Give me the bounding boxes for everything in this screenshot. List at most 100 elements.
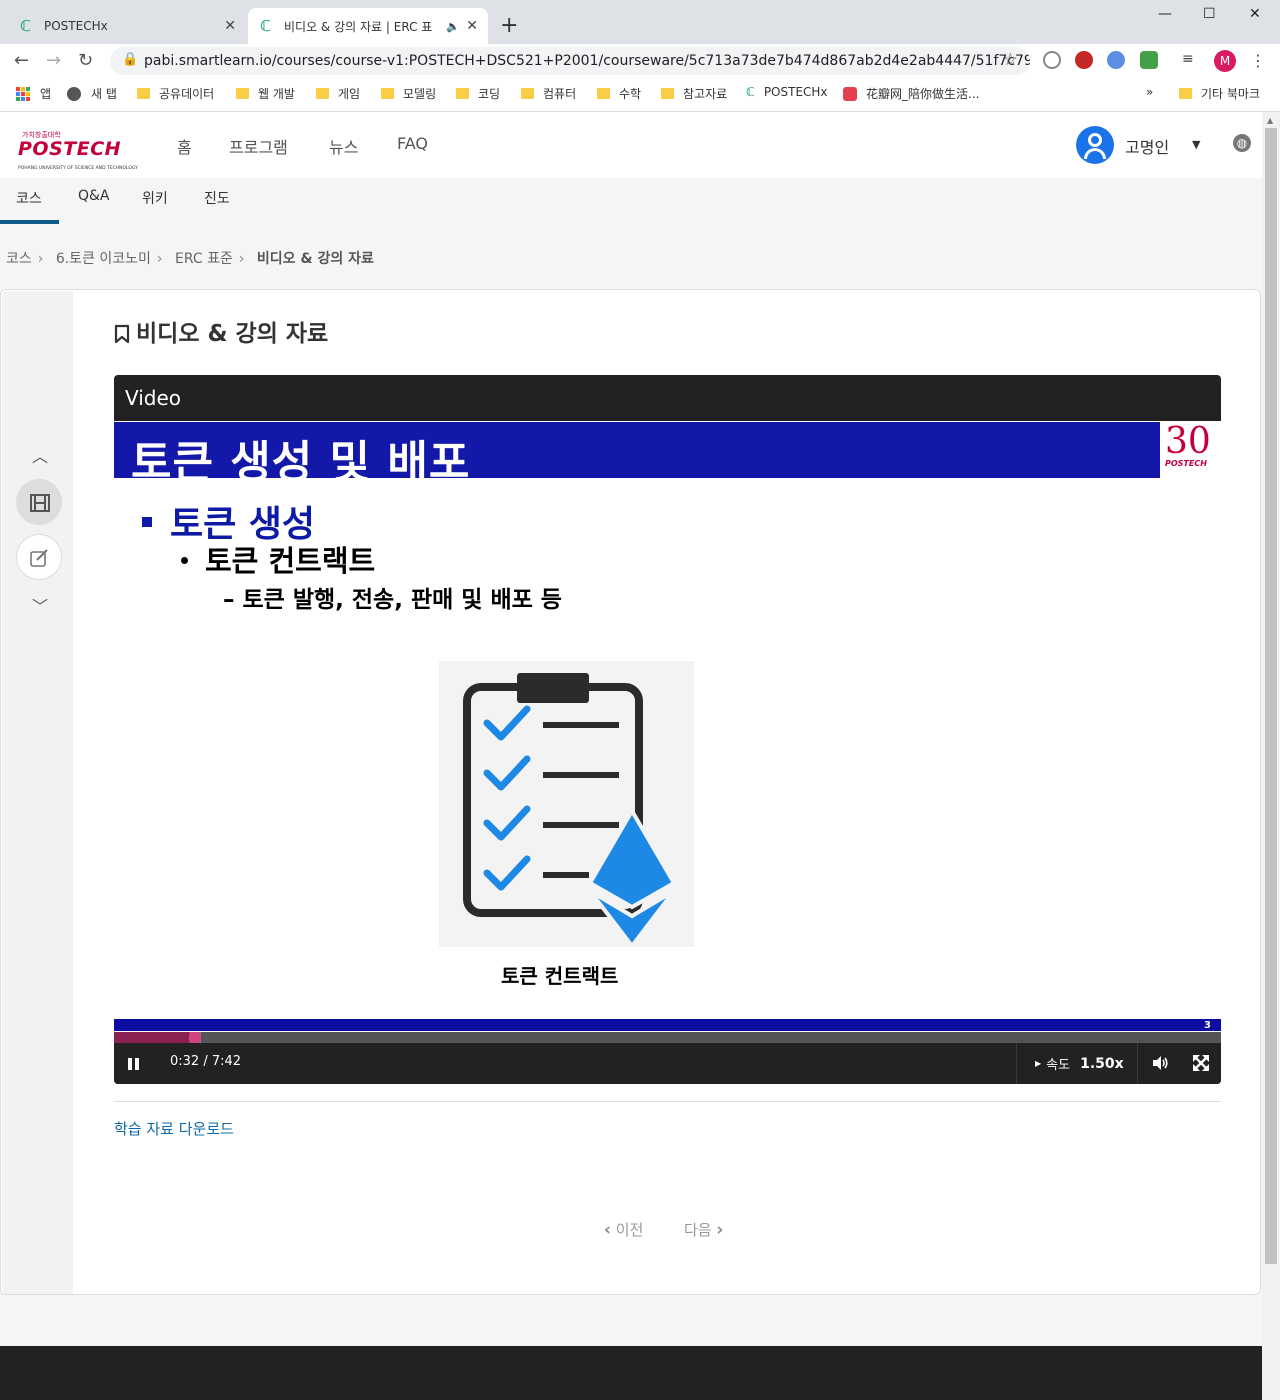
maximize-icon[interactable]: ☐: [1203, 6, 1216, 22]
breadcrumb-item[interactable]: 6.토큰 이코노미: [56, 251, 151, 267]
back-arrow-icon[interactable]: ←: [14, 50, 29, 71]
profile-avatar[interactable]: M: [1214, 50, 1236, 72]
close-tab-icon[interactable]: ✕: [466, 18, 478, 34]
bookmark-folder[interactable]: 웹 개발: [236, 85, 295, 102]
bookmark-folder[interactable]: 게임: [316, 85, 360, 102]
reload-icon[interactable]: ↻: [78, 50, 93, 71]
playback-speed-button[interactable]: ▶ 속도 1.50x: [1016, 1043, 1138, 1084]
tab-postechx[interactable]: ℂ POSTECHx ✕: [8, 8, 246, 44]
bookmark-icon[interactable]: [114, 324, 130, 344]
tab-course[interactable]: 코스: [16, 188, 42, 208]
bookmark-folder[interactable]: 공유데이터: [137, 85, 214, 102]
user-avatar-icon[interactable]: [1076, 126, 1114, 164]
bookmark-folder[interactable]: 모델링: [381, 85, 436, 102]
minimize-icon[interactable]: —: [1158, 6, 1172, 22]
video-unit-button[interactable]: [16, 479, 62, 525]
bookmark-postechx[interactable]: ℂ POSTECHx: [746, 85, 828, 99]
dot-bullet-icon: [181, 556, 188, 564]
video-label: Video: [125, 386, 182, 410]
media-control-icon[interactable]: ≡: [1182, 51, 1200, 69]
bookmark-folder[interactable]: 코딩: [456, 85, 500, 102]
bookmark-new-tab[interactable]: 새 탭: [67, 85, 117, 102]
problem-unit-button[interactable]: [16, 534, 62, 580]
huaban-favicon-icon: [843, 86, 857, 101]
logo-subtitle: POHANG UNIVERSITY OF SCIENCE AND TECHNOL…: [18, 166, 138, 171]
globe-icon: [67, 86, 81, 101]
tab-progress[interactable]: 진도: [204, 188, 230, 208]
clipboard-checklist-icon: [439, 661, 694, 950]
site-header: 가치창출대학 POSTECH POHANG UNIVERSITY OF SCIE…: [0, 112, 1262, 178]
divider: [114, 1101, 1221, 1102]
video-player[interactable]: Video 토큰 생성 및 배포 30 POSTECH 토큰 생성 토큰 컨트랙…: [114, 375, 1221, 1084]
forward-arrow-icon[interactable]: →: [46, 50, 61, 71]
web-page: 가치창출대학 POSTECH POHANG UNIVERSITY OF SCIE…: [0, 112, 1262, 1400]
speed-value: 1.50x: [1080, 1055, 1124, 1072]
chevron-up-icon[interactable]: ︿: [32, 443, 48, 467]
folder-icon: [236, 88, 249, 99]
tab-video-lecture[interactable]: ℂ 비디오 & 강의 자료 | ERC 표 🔈 ✕: [248, 8, 488, 44]
postechx-favicon-icon: ℂ: [20, 17, 32, 35]
next-unit-button[interactable]: 다음 ›: [684, 1219, 723, 1240]
folder-icon: [521, 88, 534, 99]
bookmark-star-icon[interactable]: ☆: [1003, 50, 1018, 70]
nav-faq[interactable]: FAQ: [397, 134, 428, 153]
progress-handle[interactable]: [189, 1032, 202, 1043]
courseware-card: ︿ ﹀ 비디오 & 강의 자료 Video 토큰 생성 및 배포 30 POST…: [0, 289, 1261, 1295]
tab-qna[interactable]: Q&A: [78, 188, 110, 204]
new-tab-button[interactable]: +: [500, 13, 518, 38]
bookmark-apps[interactable]: 앱: [16, 85, 51, 102]
fullscreen-icon[interactable]: [1192, 1054, 1210, 1072]
bullet-text: 토큰 컨트랙트: [205, 544, 376, 578]
bookmark-folder[interactable]: 참고자료: [661, 85, 727, 102]
bookmark-folder[interactable]: 컴퓨터: [521, 85, 576, 102]
chevron-right-icon: ›: [37, 251, 44, 267]
video-progress-slider[interactable]: [114, 1032, 1221, 1043]
browser-chrome: ℂ POSTECHx ✕ ℂ 비디오 & 강의 자료 | ERC 표 🔈 ✕ +…: [0, 0, 1280, 112]
breadcrumb: 코스 › 6.토큰 이코노미 › ERC 표준 › 비디오 & 강의 자료: [6, 248, 380, 268]
url-text: pabi.smartlearn.io/courses/course-v1:POS…: [144, 53, 1030, 69]
bookmarks-overflow-button[interactable]: »: [1146, 85, 1153, 99]
window-close-icon[interactable]: ✕: [1249, 6, 1261, 22]
previous-unit-button[interactable]: ‹ 이전: [604, 1219, 643, 1240]
logo-number: 30: [1165, 421, 1211, 462]
pause-icon[interactable]: [124, 1054, 144, 1074]
slide-bullet-level3: – 토큰 발행, 전송, 판매 및 배포 등: [223, 587, 562, 613]
chevron-right-icon: ›: [156, 251, 163, 267]
slide-page-number: 3: [1204, 1020, 1211, 1031]
video-frame-slide[interactable]: 토큰 생성 및 배포 30 POSTECH 토큰 생성 토큰 컨트랙트 – 토큰…: [114, 421, 1221, 1043]
download-materials-link[interactable]: 학습 자료 다운로드: [114, 1118, 234, 1139]
caret-down-icon[interactable]: ▼: [1192, 138, 1200, 151]
bookmark-label: 코딩: [478, 87, 501, 101]
language-globe-icon[interactable]: ◍: [1233, 134, 1251, 152]
breadcrumb-item[interactable]: 코스: [6, 251, 32, 267]
nav-programs[interactable]: 프로그램: [229, 134, 288, 158]
bookmark-label: 공유데이터: [159, 87, 215, 101]
shield-extension-icon[interactable]: [1140, 51, 1158, 69]
scroll-up-icon[interactable]: ▲: [1267, 116, 1273, 125]
extension-icon[interactable]: [1075, 51, 1093, 69]
other-bookmarks[interactable]: 기타 북마크: [1179, 85, 1260, 102]
nav-home[interactable]: 홈: [177, 134, 192, 158]
nav-news[interactable]: 뉴스: [329, 134, 358, 158]
volume-icon[interactable]: [1151, 1054, 1169, 1072]
scrollbar-thumb[interactable]: [1265, 128, 1277, 1264]
breadcrumb-item[interactable]: ERC 표준: [175, 251, 233, 267]
bookmark-folder[interactable]: 수학: [597, 85, 641, 102]
tab-wiki[interactable]: 위키: [142, 188, 168, 208]
course-tabs: 코스 Q&A 위키 진도: [0, 178, 1262, 224]
extension-icon[interactable]: [1107, 51, 1125, 69]
audio-playing-icon[interactable]: 🔈: [446, 20, 460, 33]
address-bar[interactable]: 🔒 pabi.smartlearn.io/courses/course-v1:P…: [110, 47, 1030, 75]
folder-icon: [316, 88, 329, 99]
extension-icon[interactable]: [1043, 51, 1061, 69]
menu-kebab-icon[interactable]: ⋮: [1250, 51, 1266, 70]
page-scrollbar[interactable]: ▲: [1262, 112, 1280, 1400]
user-name[interactable]: 고명인: [1125, 134, 1169, 158]
bookmark-label: 기타 북마크: [1201, 87, 1261, 101]
bookmark-huaban[interactable]: 花瓣网_陪你做生活...: [843, 85, 979, 102]
postech-30th-logo: 30 POSTECH: [1161, 421, 1221, 479]
chevron-down-icon[interactable]: ﹀: [32, 593, 48, 617]
close-tab-icon[interactable]: ✕: [224, 18, 236, 34]
postech-logo[interactable]: 가치창출대학 POSTECH POHANG UNIVERSITY OF SCIE…: [18, 130, 148, 171]
folder-icon: [456, 88, 469, 99]
